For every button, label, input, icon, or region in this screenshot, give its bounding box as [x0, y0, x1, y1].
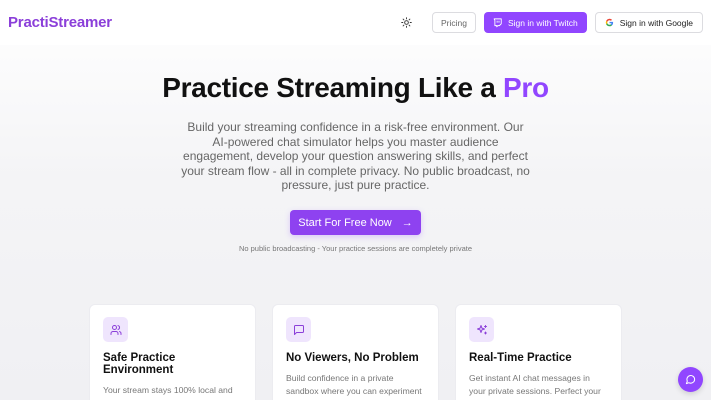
feature-card-no-viewers: No Viewers, No Problem Build confidence … [272, 304, 439, 400]
logo[interactable]: PractiStreamer [8, 14, 112, 31]
sign-in-twitch-label: Sign in with Twitch [507, 17, 578, 28]
sign-in-google-button[interactable]: Sign in with Google [594, 12, 703, 33]
message-square-icon [286, 317, 311, 342]
feature-title: Real-Time Practice [469, 352, 572, 364]
hero-title-main: Practice Streaming Like a [162, 72, 504, 103]
hero-title-accent: Pro [503, 72, 549, 103]
arrow-right-icon: → [401, 216, 413, 229]
start-free-label: Start For Free Now [298, 216, 392, 229]
start-free-button[interactable]: Start For Free Now → [290, 210, 421, 235]
google-icon [605, 18, 615, 28]
feature-title: Safe Practice Environment [103, 352, 176, 376]
privacy-note: No public broadcasting - Your practice s… [238, 244, 473, 253]
feature-title: No Viewers, No Problem [286, 352, 419, 364]
header-actions: Pricing Sign in with Twitch Sign in with… [396, 12, 703, 33]
chat-bubble-icon[interactable] [678, 367, 703, 392]
hero-title: Practice Streaming Like a Pro [0, 72, 711, 104]
feature-text: Your stream stays 100% local and private… [103, 385, 233, 400]
twitch-icon [493, 17, 503, 28]
hero-description: Build your streaming confidence in a ris… [181, 120, 530, 193]
sign-in-twitch-button[interactable]: Sign in with Twitch [483, 12, 587, 33]
sign-in-google-label: Sign in with Google [619, 17, 693, 28]
feature-card-safe-practice: Safe Practice Environment Your stream st… [89, 304, 256, 400]
feature-text: Get instant AI chat messages in your pri… [469, 373, 601, 396]
pricing-button[interactable]: Pricing [432, 12, 476, 33]
users-icon [103, 317, 128, 342]
feature-card-real-time: Real-Time Practice Get instant AI chat m… [455, 304, 622, 400]
feature-text: Build confidence in a private sandbox wh… [286, 373, 422, 396]
top-nav: PractiStreamer Pricing Sign in with Twit… [0, 0, 711, 45]
sun-icon[interactable] [396, 13, 416, 33]
sparkles-icon [469, 317, 494, 342]
